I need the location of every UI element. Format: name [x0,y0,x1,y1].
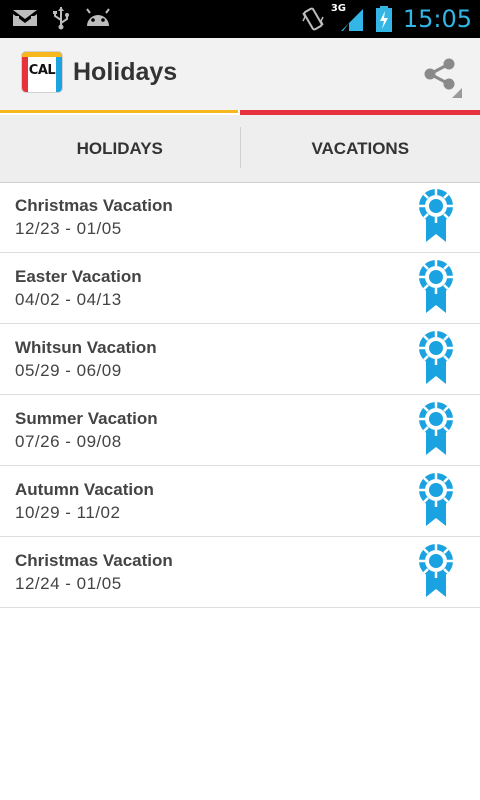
list-item[interactable]: Christmas Vacation 12/24 - 01/05 [0,537,480,608]
ribbon-award-icon [419,260,453,313]
usb-icon [53,7,69,30]
ribbon-award-icon [419,189,453,242]
list-item[interactable]: Christmas Vacation 12/23 - 01/05 [0,182,480,253]
action-bar: CAL Holidays [0,38,480,110]
vacation-title: Christmas Vacation [15,196,173,215]
vacation-dates: 07/26 - 09/08 [15,432,122,451]
battery-charging-icon [375,6,392,32]
ribbon-award-icon [419,473,453,526]
tab-vacations[interactable]: VACATIONS [241,115,480,182]
clock: 15:05 [402,5,472,33]
ribbon-award-icon [419,331,453,384]
vacation-title: Whitsun Vacation [15,338,157,357]
share-button[interactable] [422,56,458,92]
list-item[interactable]: Summer Vacation 07/26 - 09/08 [0,395,480,466]
vacation-title: Autumn Vacation [15,480,154,499]
logo-stripe-yellow [22,52,62,57]
tab-holidays[interactable]: HOLIDAYS [0,115,240,182]
list-item[interactable]: Autumn Vacation 10/29 - 11/02 [0,466,480,537]
overflow-indicator [452,88,462,98]
list-item[interactable]: Easter Vacation 04/02 - 04/13 [0,253,480,324]
vacation-dates: 12/23 - 01/05 [15,219,122,238]
vacation-dates: 04/02 - 04/13 [15,290,122,309]
signal-indicator: 3G [331,3,365,33]
page-title: Holidays [73,58,178,86]
vacation-title: Easter Vacation [15,267,142,286]
tab-bar: HOLIDAYS VACATIONS [0,115,480,183]
list-item[interactable]: Whitsun Vacation 05/29 - 06/09 [0,324,480,395]
vacation-dates: 10/29 - 11/02 [15,503,121,522]
ribbon-award-icon [419,544,453,597]
vacation-title: Summer Vacation [15,409,158,428]
vibrate-icon [302,7,324,31]
vacation-title: Christmas Vacation [15,551,173,570]
ribbon-award-icon [419,402,453,455]
logo-text: CAL [28,63,56,78]
share-icon [424,58,455,90]
system-icons: 3G 15:05 [301,3,472,34]
gmail-icon [13,10,37,26]
notification-icons [12,6,112,30]
accent-holidays [0,110,238,113]
signal-icon [340,9,363,31]
android-icon [86,8,110,26]
status-bar: 3G 15:05 [0,0,480,38]
vacation-dates: 12/24 - 01/05 [15,574,122,593]
vacation-list: Christmas Vacation 12/23 - 01/05 Easter … [0,182,480,608]
app-logo[interactable]: CAL [22,52,62,92]
vacation-dates: 05/29 - 06/09 [15,361,122,380]
